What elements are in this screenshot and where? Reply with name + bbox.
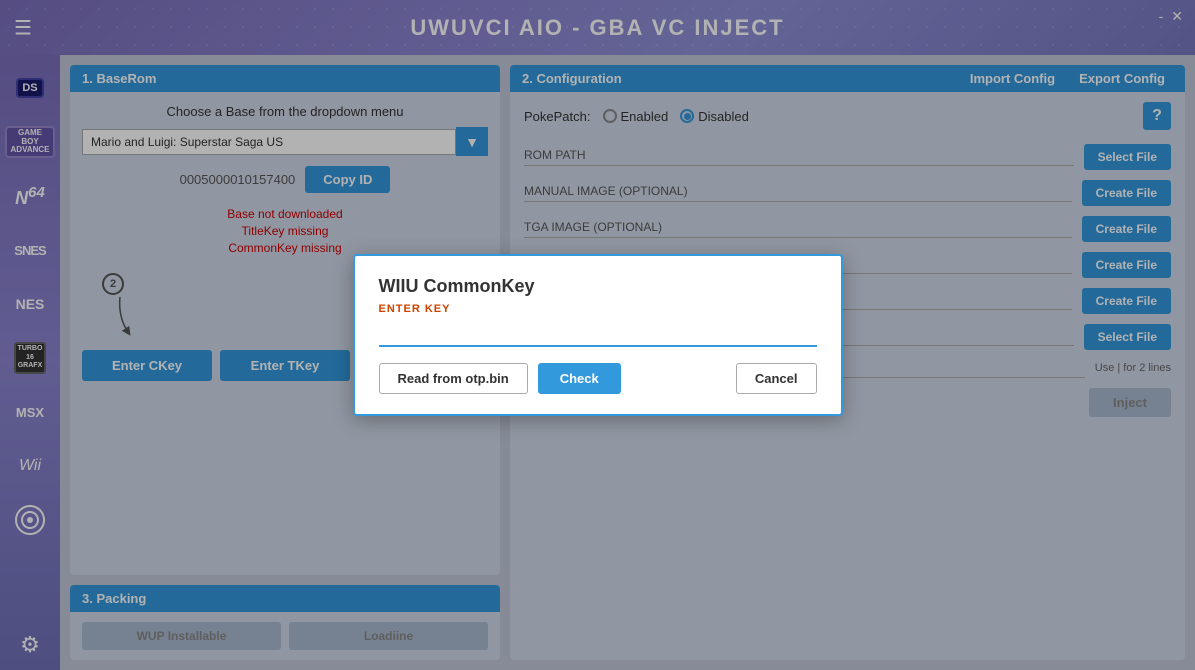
modal-key-input[interactable] (379, 321, 817, 347)
modal-overlay: WIIU CommonKey ENTER KEY Read from otp.b… (0, 0, 1195, 670)
read-from-otp-button[interactable]: Read from otp.bin (379, 363, 528, 394)
modal-title: WIIU CommonKey (379, 276, 817, 297)
modal-buttons: Read from otp.bin Check Cancel (379, 363, 817, 394)
cancel-button[interactable]: Cancel (736, 363, 817, 394)
modal-enter-key-label: ENTER KEY (379, 303, 817, 315)
wiiu-commonkey-modal: WIIU CommonKey ENTER KEY Read from otp.b… (353, 254, 843, 416)
check-button[interactable]: Check (538, 363, 621, 394)
